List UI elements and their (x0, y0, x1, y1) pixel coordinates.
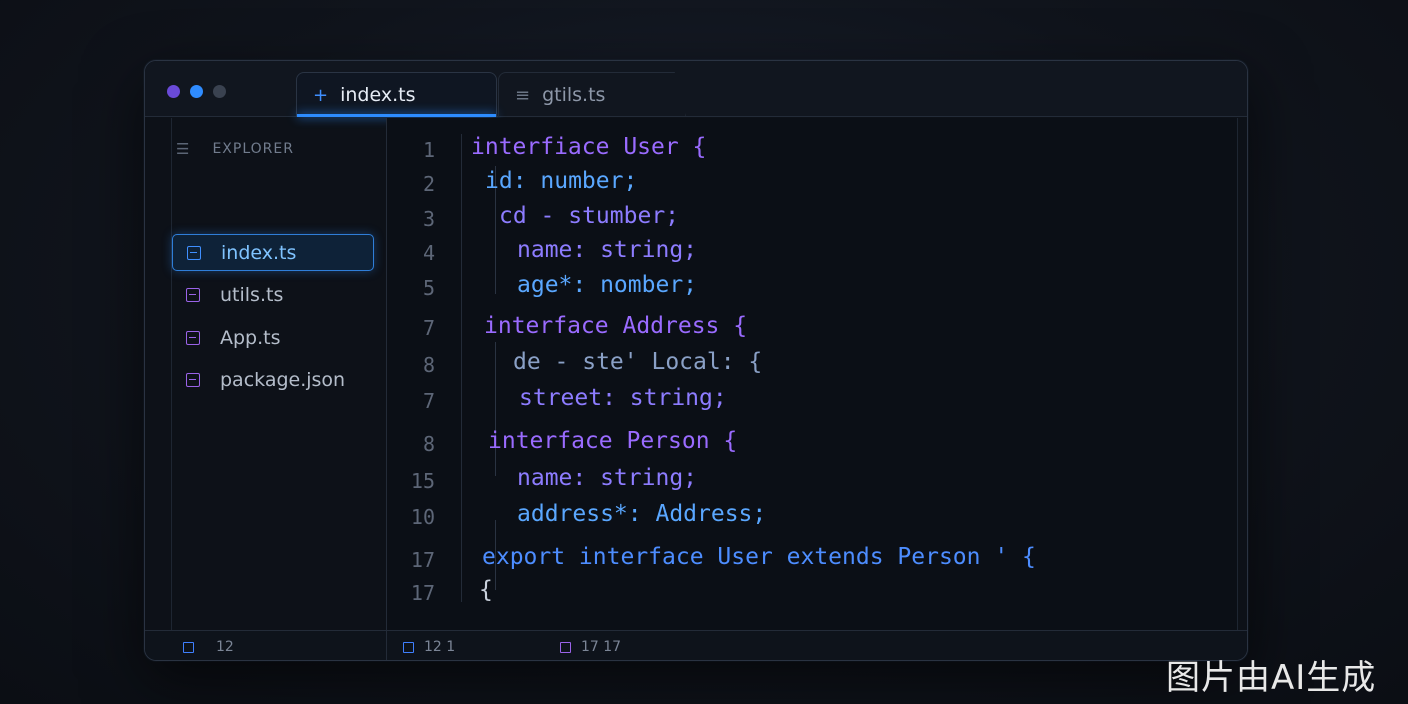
menu-icon: ☰ (176, 140, 191, 158)
line-number: 17 (410, 581, 435, 605)
line-number: 1 (422, 138, 435, 162)
line-number: 15 (410, 469, 435, 493)
list-icon: ≡ (515, 84, 531, 106)
line-number: 10 (410, 505, 435, 529)
indent-guide (495, 342, 496, 476)
code-line: name: string; (517, 237, 698, 263)
tab-label: gtils.ts (542, 84, 606, 106)
file-label: index.ts (221, 241, 297, 264)
file-label: App.ts (220, 326, 281, 349)
gutter-divider (461, 134, 462, 602)
line-number: 7 (422, 389, 435, 413)
code-line: export interface User extends Person ' { (482, 544, 1036, 570)
square-icon (560, 641, 571, 653)
status-left[interactable]: 12 (183, 631, 234, 660)
title-bar: + index.ts ≡ gtils.ts (145, 61, 1247, 117)
code-line: age*: nomber; (517, 272, 698, 298)
tab-index-ts[interactable]: + index.ts (296, 72, 497, 117)
code-editor[interactable]: 1 2 3 4 5 7 8 7 8 15 10 17 17 interfiace… (387, 118, 1238, 630)
code-line: interfiace User { (471, 134, 707, 160)
file-item-app-ts[interactable]: App.ts (172, 319, 374, 356)
explorer-header: ☰ EXPLORER (176, 140, 294, 158)
status-bar: 12 12 1 17 17 (145, 630, 1247, 660)
status-left-text: 12 (216, 639, 234, 655)
plus-icon: + (313, 84, 329, 106)
status-right-text: 17 17 (581, 639, 622, 655)
code-line: street: string; (519, 385, 727, 411)
editor-window: + index.ts ≡ gtils.ts ☰ EXPLORER index.t… (144, 60, 1248, 661)
code-line: interface Person { (488, 428, 738, 454)
file-item-index-ts[interactable]: index.ts (172, 234, 374, 271)
square-icon (183, 641, 194, 653)
ai-watermark: 图片由AI生成 (1166, 658, 1377, 698)
file-icon (186, 372, 200, 387)
code-line: de - ste' Local: { (513, 349, 763, 375)
line-number: 4 (422, 241, 435, 265)
line-number: 8 (422, 432, 435, 456)
line-number: 2 (422, 172, 435, 196)
line-number: 5 (422, 276, 435, 300)
status-divider (386, 631, 387, 660)
line-number: 3 (422, 207, 435, 231)
line-number: 7 (422, 316, 435, 340)
line-number: 8 (422, 353, 435, 377)
code-line: cd - stumber; (499, 203, 680, 229)
file-label: utils.ts (220, 283, 284, 306)
code-line: id: number; (485, 168, 638, 194)
code-line: name: string; (517, 465, 698, 491)
code-line: interface Address { (484, 313, 748, 339)
explorer-title: EXPLORER (212, 141, 294, 157)
close-dot[interactable] (167, 85, 180, 98)
code-line: address*: Address; (517, 501, 767, 527)
maximize-dot[interactable] (213, 85, 226, 98)
file-icon (186, 287, 200, 302)
status-middle-text: 12 1 (424, 639, 456, 655)
tab-gtils-ts[interactable]: ≡ gtils.ts (498, 72, 686, 117)
tab-label: index.ts (340, 84, 416, 106)
code-line: { (479, 577, 493, 603)
file-label: package.json (220, 368, 346, 391)
file-icon (186, 330, 200, 345)
line-number: 17 (410, 548, 435, 572)
square-icon (403, 641, 414, 653)
explorer-sidebar: ☰ EXPLORER index.ts utils.ts App.ts pack… (171, 118, 387, 630)
window-controls (167, 85, 226, 98)
file-item-package-json[interactable]: package.json (172, 361, 374, 398)
file-item-utils-ts[interactable]: utils.ts (172, 276, 374, 313)
status-right[interactable]: 17 17 (560, 631, 622, 660)
minimize-dot[interactable] (190, 85, 203, 98)
status-middle[interactable]: 12 1 (403, 631, 456, 660)
file-icon (187, 245, 201, 260)
